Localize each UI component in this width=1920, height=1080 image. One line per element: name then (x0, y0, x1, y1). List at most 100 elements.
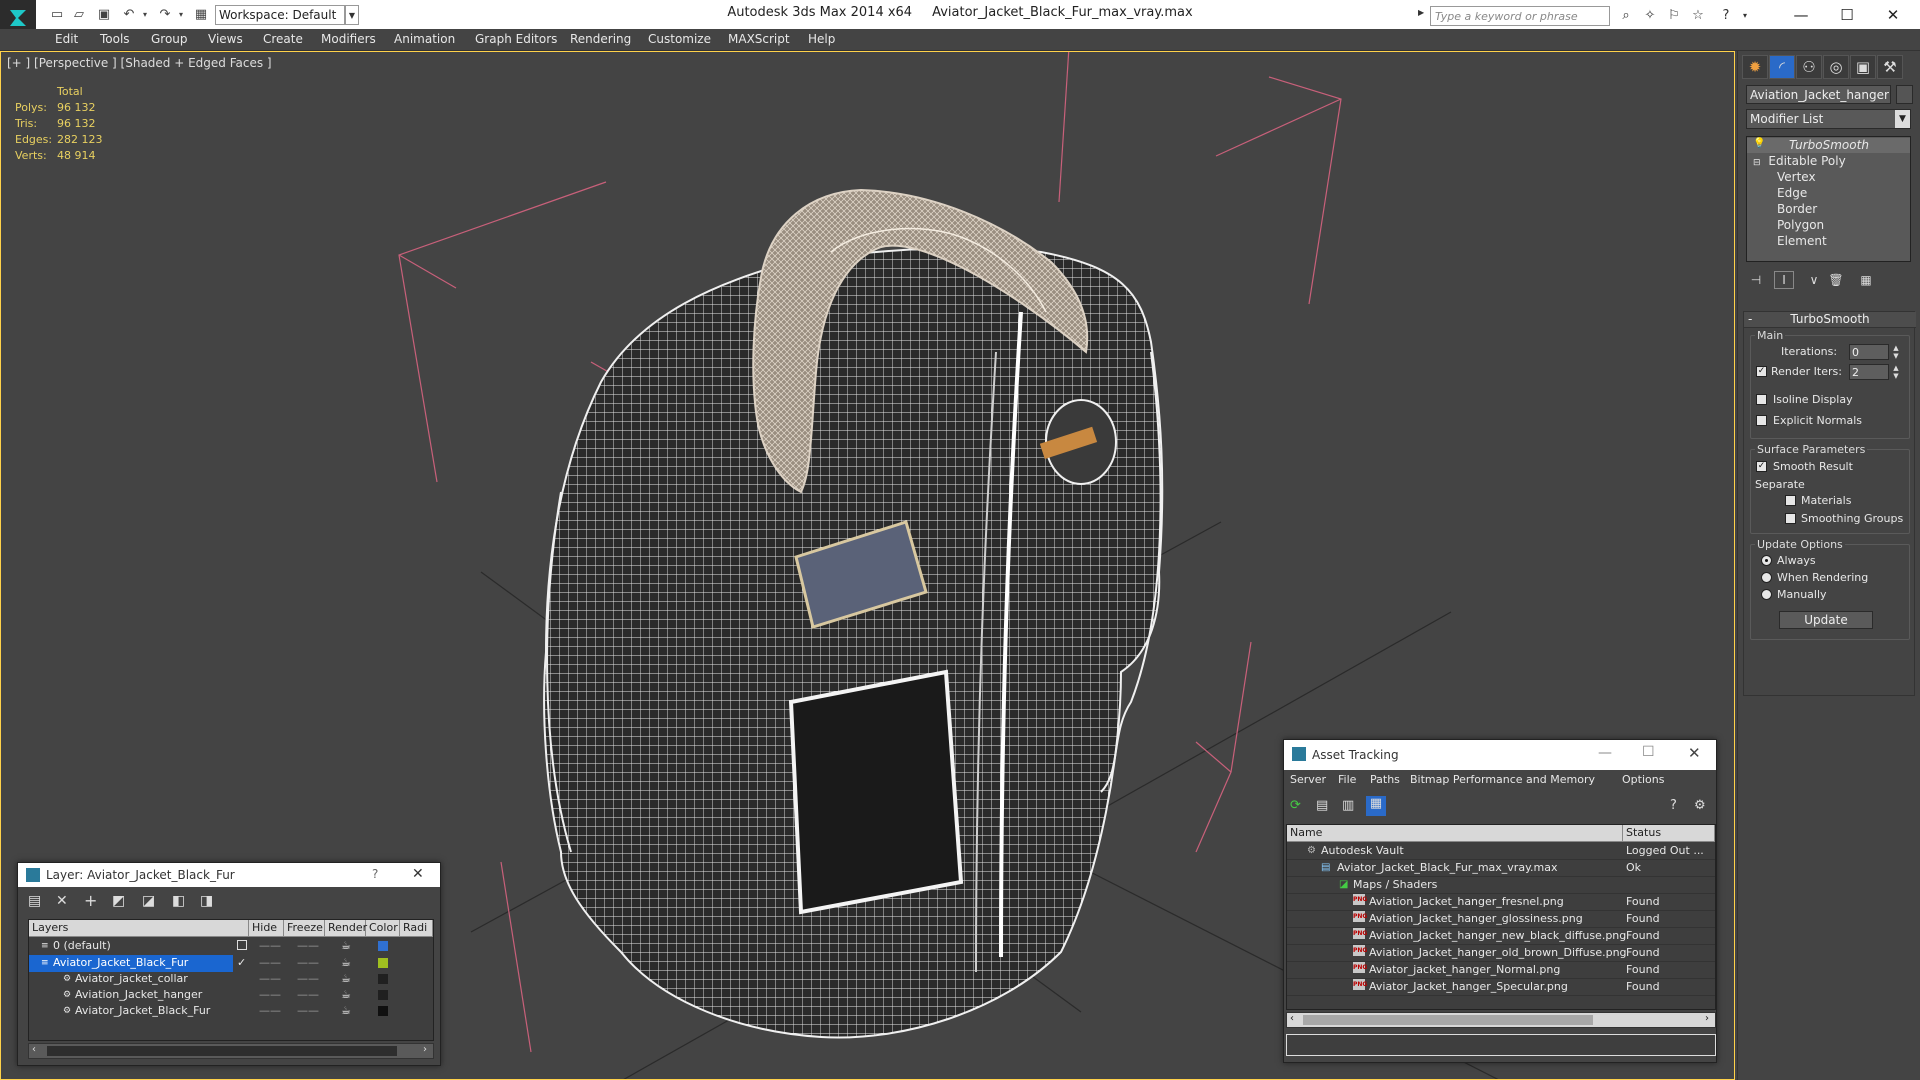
asset-row-bitmap[interactable]: PNG Aviator_jacket_hanger_Normal.png Fou… (1287, 962, 1715, 979)
list-view-icon[interactable]: ▤ (1316, 798, 1328, 813)
menu-file[interactable]: File (1338, 773, 1356, 786)
freeze-toggle[interactable]: —— (297, 955, 319, 971)
col-layers[interactable]: Layers (29, 920, 249, 937)
spinner-arrows-icon[interactable]: ▲ ▼ (1891, 344, 1901, 360)
highlight-layer-icon[interactable]: ◪ (142, 893, 155, 909)
redo-dropdown-icon[interactable]: ▾ (172, 6, 190, 22)
stack-subobject-polygon[interactable]: Polygon (1777, 218, 1824, 232)
asset-row-bitmap[interactable]: PNG Aviation_Jacket_hanger_fresnel.png F… (1287, 894, 1715, 911)
menu-graph-editors[interactable]: Graph Editors (475, 32, 557, 46)
freeze-toggle[interactable]: —— (297, 987, 319, 1003)
menu-help[interactable]: Help (808, 32, 835, 46)
minimize-icon[interactable]: — (1778, 0, 1824, 29)
layer-window-titlebar[interactable]: Layer: Aviator_Jacket_Black_Fur ? ✕ (18, 863, 440, 887)
modify-tab-icon[interactable]: ◜ (1769, 55, 1795, 79)
new-file-icon[interactable]: ▭ (48, 6, 66, 22)
scroll-left-icon[interactable]: ‹ (32, 1044, 36, 1055)
col-hide[interactable]: Hide (249, 920, 284, 937)
menu-options[interactable]: Options (1622, 773, 1664, 786)
refresh-icon[interactable]: ⟳ (1290, 798, 1301, 813)
search-expand-icon[interactable]: ▶ (1418, 8, 1424, 17)
col-render[interactable]: Render (325, 920, 367, 937)
close-icon[interactable]: ✕ (1870, 0, 1916, 29)
freeze-toggle[interactable]: —— (297, 1003, 319, 1019)
col-status[interactable]: Status (1623, 825, 1715, 842)
menu-maxscript[interactable]: MAXScript (728, 32, 790, 46)
rollout-header[interactable]: - TurboSmooth (1744, 312, 1916, 328)
scroll-right-icon[interactable]: › (1705, 1013, 1709, 1024)
object-color-swatch[interactable] (378, 990, 388, 1000)
tree-view-icon[interactable]: ▥ (1342, 798, 1354, 813)
stack-subobject-border[interactable]: Border (1777, 202, 1817, 216)
freeze-toggle[interactable]: —— (297, 971, 319, 987)
menu-animation[interactable]: Animation (394, 32, 455, 46)
object-color-swatch[interactable] (378, 1006, 388, 1016)
asset-row-scene[interactable]: ▤ Aviator_Jacket_Black_Fur_max_vray.max … (1287, 860, 1715, 877)
make-unique-icon[interactable]: ∨ (1804, 271, 1824, 289)
col-color[interactable]: Color (366, 920, 400, 937)
layer-row[interactable]: ≡ 0 (default) —— —— ☕ (29, 938, 433, 955)
help-dropdown-icon[interactable]: ▾ (1735, 6, 1755, 24)
object-row[interactable]: ⚙ Aviation_Jacket_hanger —— —— ☕ (29, 987, 433, 1004)
render-teapot-icon[interactable]: ☕ (341, 971, 351, 987)
new-layer-icon[interactable]: ▤ (28, 893, 41, 909)
asset-row-bitmap[interactable]: PNG Aviation_Jacket_hanger_glossiness.pn… (1287, 911, 1715, 928)
stack-item-turbosmooth[interactable]: 💡 TurboSmooth (1747, 138, 1910, 153)
col-name[interactable]: Name (1287, 825, 1623, 842)
render-iters-checkbox[interactable]: ✓ (1756, 366, 1767, 377)
object-color-swatch[interactable] (378, 974, 388, 984)
motion-tab-icon[interactable]: ◎ (1823, 55, 1849, 79)
stack-subobject-element[interactable]: Element (1777, 234, 1827, 248)
menu-create[interactable]: Create (263, 32, 303, 46)
chevron-down-icon[interactable]: ▼ (345, 5, 359, 25)
freeze-toggle[interactable]: —— (297, 938, 319, 954)
materials-checkbox[interactable] (1785, 495, 1796, 506)
asset-window-titlebar[interactable]: Asset Tracking — ☐ ✕ (1284, 740, 1716, 770)
render-teapot-icon[interactable]: ☕ (341, 987, 351, 1003)
asset-row-bitmap[interactable]: PNG Aviation_Jacket_hanger_old_brown_Dif… (1287, 945, 1715, 962)
scroll-right-icon[interactable]: › (423, 1044, 427, 1055)
menu-modifiers[interactable]: Modifiers (321, 32, 376, 46)
help-icon[interactable]: ? (1670, 798, 1677, 813)
menu-bitmap-performance[interactable]: Bitmap Performance and Memory (1410, 773, 1595, 786)
remove-modifier-icon[interactable]: 🗑 (1826, 271, 1846, 289)
subscription-icon[interactable]: ✧ (1640, 6, 1660, 24)
create-tab-icon[interactable]: ✹ (1742, 55, 1768, 79)
hide-toggle[interactable]: —— (259, 1003, 281, 1019)
search-input[interactable]: Type a keyword or phrase (1430, 6, 1610, 26)
table-view-icon[interactable]: ▦ (1366, 796, 1386, 816)
layer-horizontal-scrollbar[interactable]: ‹ › (28, 1043, 434, 1059)
communication-center-icon[interactable]: ⚐ (1664, 6, 1684, 24)
freeze-all-icon[interactable]: ◨ (200, 893, 213, 909)
asset-row-bitmap[interactable]: PNG Aviation_Jacket_hanger_new_black_dif… (1287, 928, 1715, 945)
favorites-star-icon[interactable]: ☆ (1688, 6, 1708, 24)
manually-radio[interactable] (1761, 589, 1772, 600)
update-button[interactable]: Update (1779, 611, 1873, 629)
stack-subobject-edge[interactable]: Edge (1777, 186, 1807, 200)
add-to-layer-icon[interactable]: + (84, 891, 97, 910)
hide-toggle[interactable]: —— (259, 938, 281, 954)
menu-rendering[interactable]: Rendering (570, 32, 631, 46)
menu-tools[interactable]: Tools (100, 32, 130, 46)
render-teapot-icon[interactable]: ☕ (341, 1003, 351, 1019)
menu-paths[interactable]: Paths (1370, 773, 1400, 786)
asset-path-field[interactable] (1286, 1034, 1716, 1056)
binoculars-icon[interactable]: ⌕ (1616, 6, 1636, 24)
scroll-thumb[interactable] (1303, 1015, 1593, 1025)
active-check-icon[interactable]: ✓ (237, 955, 246, 971)
help-icon[interactable]: ? (1716, 6, 1736, 24)
hide-toggle[interactable]: —— (259, 987, 281, 1003)
explicit-normals-checkbox[interactable] (1756, 415, 1767, 426)
workspace-selector[interactable]: Workspace: Default (215, 5, 345, 25)
chevron-down-icon[interactable]: ▼ (1895, 110, 1910, 128)
object-row[interactable]: ⚙ Aviator_Jacket_Black_Fur —— —— ☕ (29, 1003, 433, 1020)
layer-color-swatch[interactable] (378, 941, 388, 951)
menu-edit[interactable]: Edit (55, 32, 78, 46)
asset-row-maps[interactable]: ◪ Maps / Shaders (1287, 877, 1715, 894)
stack-item-editable-poly[interactable]: ⊟ Editable Poly (1753, 154, 1846, 168)
smooth-result-checkbox[interactable]: ✓ (1756, 461, 1767, 472)
save-file-icon[interactable]: ▣ (95, 6, 113, 22)
close-icon[interactable]: ✕ (412, 866, 424, 882)
viewport-label[interactable]: [+ ] [Perspective ] [Shaded + Edged Face… (7, 56, 272, 70)
pin-stack-icon[interactable]: ⊣ (1746, 271, 1766, 289)
